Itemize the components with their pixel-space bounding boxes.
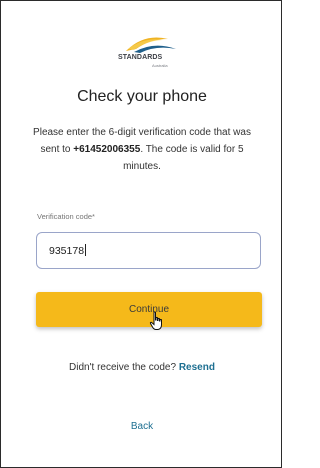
dialog-frame: STANDARDS Australia Check your phone Ple… xyxy=(0,0,282,468)
standards-australia-logo: STANDARDS Australia xyxy=(104,27,184,73)
page-title: Check your phone xyxy=(77,88,207,105)
hand-pointer-cursor-icon xyxy=(149,311,162,330)
instruction-message: Please enter the 6-digit verification co… xyxy=(27,124,257,175)
logo-name: STANDARDS xyxy=(118,54,163,61)
resend-prompt-line: Didn't receive the code? Resend xyxy=(1,362,283,373)
verification-code-label-text: Verification code xyxy=(37,212,93,221)
logo-subtext: Australia xyxy=(152,63,168,68)
verification-code-label: Verification code* xyxy=(37,212,95,221)
text-caret xyxy=(85,244,87,256)
message-text-after: . The code is valid for 5 minutes. xyxy=(123,144,244,172)
logo-swoosh-icon xyxy=(126,37,176,53)
back-link[interactable]: Back xyxy=(1,421,283,432)
required-marker: * xyxy=(92,212,95,221)
verification-code-input[interactable]: 935178 xyxy=(36,232,261,269)
verification-code-value: 935178 xyxy=(49,244,87,257)
resend-link[interactable]: Resend xyxy=(179,362,215,373)
phone-number: +61452006355 xyxy=(73,144,141,155)
verification-code-text: 935178 xyxy=(49,245,85,257)
resend-prompt-text: Didn't receive the code? xyxy=(69,362,177,373)
